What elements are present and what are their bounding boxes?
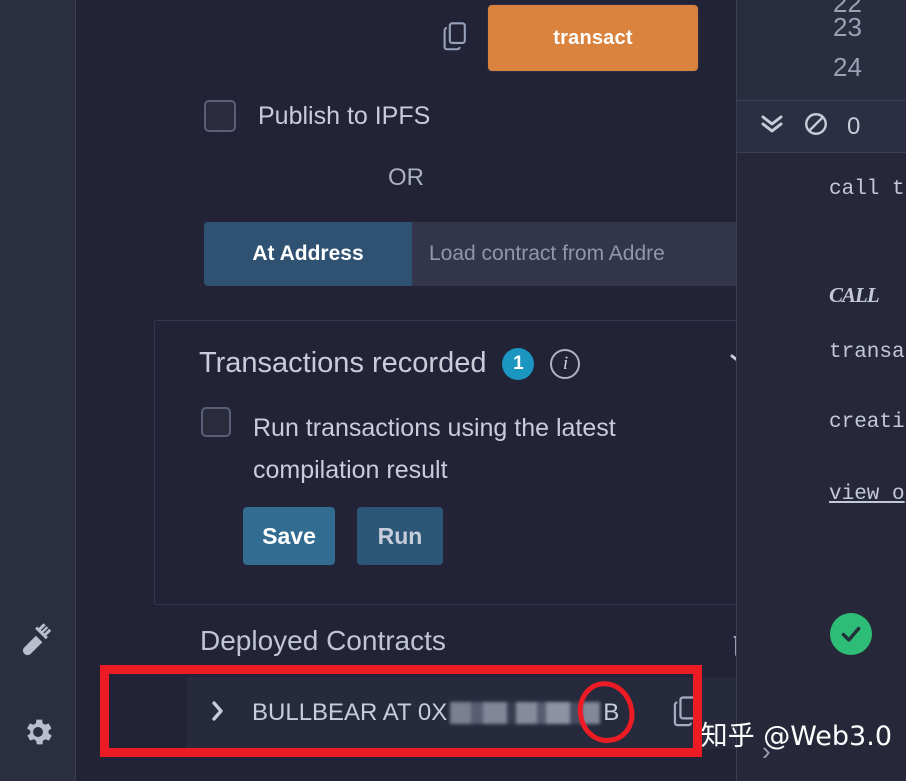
console-line: CALL (829, 283, 880, 307)
deployed-contracts-title: Deployed Contracts (200, 625, 446, 656)
console-line: transa (829, 341, 905, 364)
transactions-recorded-title: Transactions recorded (199, 347, 487, 379)
run-latest-compilation-label: Run transactions using the latest compil… (253, 414, 616, 484)
publish-ipfs-row: Publish to IPFS (204, 100, 430, 132)
chevron-right-icon[interactable] (210, 698, 226, 729)
at-address-row: At Address (204, 222, 749, 286)
contract-name-prefix: BULLBEAR AT 0X (252, 699, 448, 726)
sidebar-item-settings[interactable] (0, 712, 76, 756)
run-button[interactable]: Run (357, 507, 443, 565)
gear-icon (21, 715, 55, 754)
editor-line-gutter: 22 23 24 (737, 0, 906, 100)
sidebar-item-deploy-run[interactable] (0, 620, 76, 664)
info-icon[interactable]: i (550, 348, 581, 379)
deploy-run-panel: transact Publish to IPFS OR At Address T… (76, 0, 800, 781)
publish-ipfs-label: Publish to IPFS (258, 101, 431, 130)
terminal-console: call t CALL transa creati view o (737, 153, 906, 781)
transactions-actions: Save Run (243, 507, 443, 565)
error-count: 0 (847, 112, 861, 140)
at-address-button[interactable]: At Address (204, 222, 412, 286)
right-editor-console-strip: 22 23 24 0 call t CALL transa creati vie… (736, 0, 906, 781)
console-link[interactable]: view o (829, 483, 905, 506)
transactions-recorded-card: Transactions recorded 1 i Run transactio… (154, 320, 800, 605)
console-line: creati (829, 411, 905, 434)
left-icon-rail (0, 0, 76, 781)
terminal-toolbar: 0 (737, 100, 906, 153)
watermark-caret: › (762, 736, 771, 766)
no-entry-icon[interactable] (803, 111, 829, 142)
transact-button[interactable]: transact (487, 4, 699, 72)
transact-row: transact (441, 4, 699, 72)
run-latest-compilation-checkbox[interactable] (201, 407, 231, 437)
copy-calldata-icon[interactable] (441, 21, 469, 56)
transactions-recorded-header: Transactions recorded 1 i (199, 347, 581, 380)
copy-address-icon[interactable] (671, 695, 701, 732)
save-button[interactable]: Save (243, 507, 335, 565)
redacted-address-part-1 (450, 702, 601, 724)
console-line: call t (829, 178, 905, 201)
at-address-input[interactable] (412, 222, 749, 286)
plug-icon (20, 622, 56, 663)
check-circle-icon (830, 613, 872, 655)
deployed-contract-label: BULLBEAR AT 0X B (252, 699, 619, 727)
double-chevron-down-icon[interactable] (759, 113, 785, 140)
publish-ipfs-checkbox[interactable] (204, 100, 236, 132)
line-number: 24 (833, 52, 862, 82)
contract-name-suffix: B (603, 699, 620, 726)
line-number: 23 (833, 12, 862, 42)
or-separator-text: OR (388, 164, 424, 191)
transactions-count-badge: 1 (502, 347, 535, 380)
screenshot-root: transact Publish to IPFS OR At Address T… (0, 0, 906, 781)
watermark: 知乎 @Web3.0 (700, 721, 892, 752)
run-latest-compilation-row: Run transactions using the latest compil… (201, 407, 761, 491)
deployed-contract-row[interactable]: BULLBEAR AT 0X B × (186, 677, 769, 749)
